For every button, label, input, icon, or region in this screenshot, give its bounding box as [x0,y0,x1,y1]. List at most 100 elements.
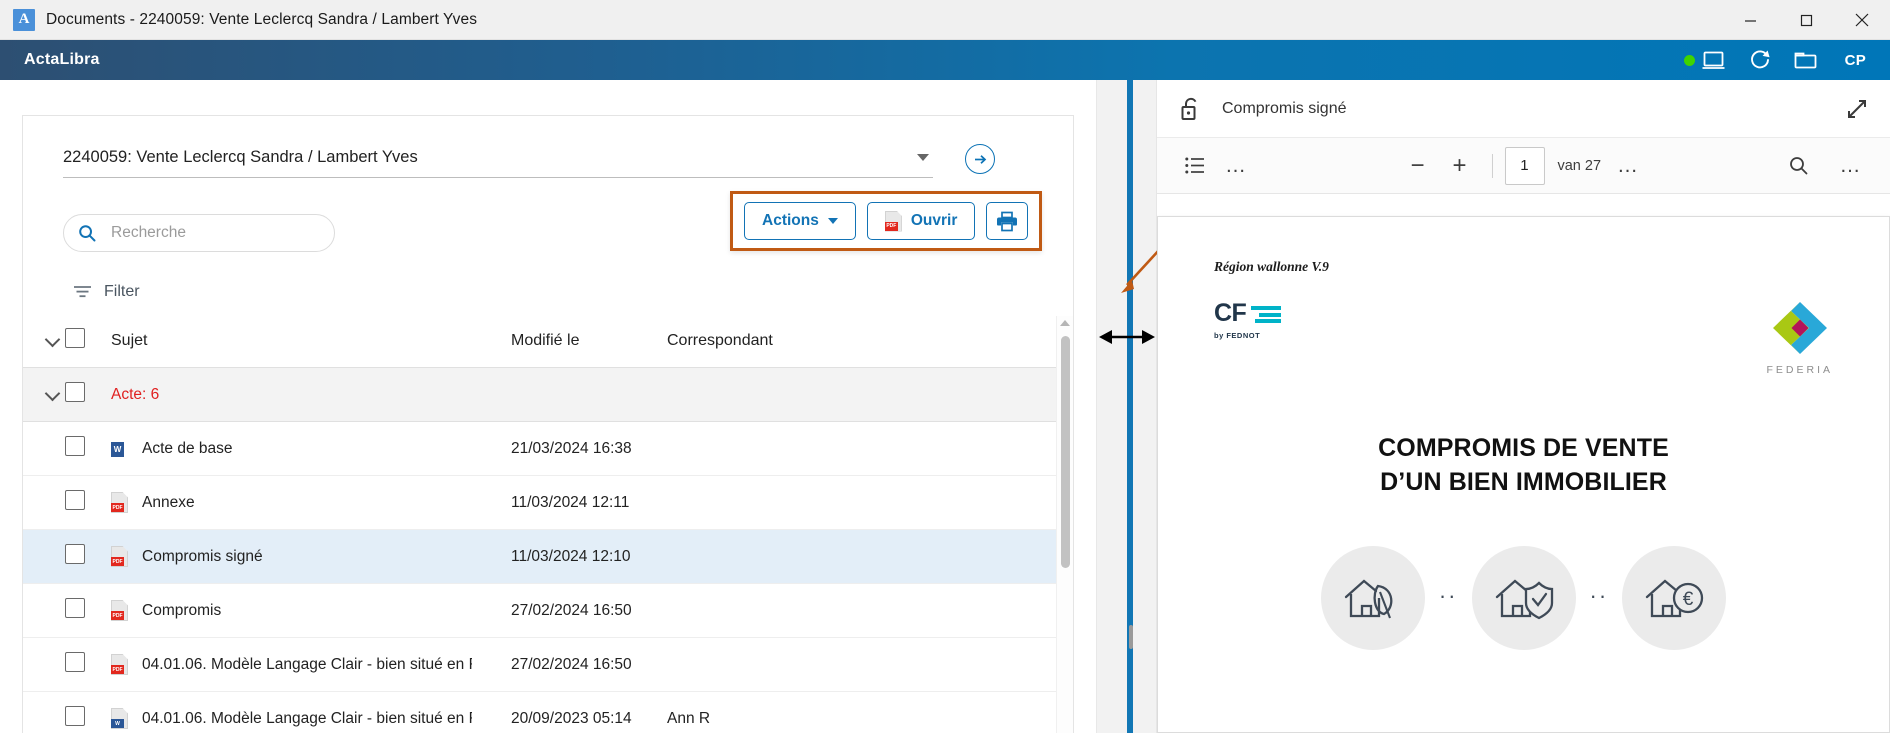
preview-header: Compromis signé [1157,80,1890,138]
column-header-modified[interactable]: Modifié le [511,316,667,368]
cf-logo-sub: by FEDNOT [1214,331,1261,340]
scroll-up-icon[interactable] [1060,320,1070,326]
row-checkbox[interactable] [65,598,85,618]
actions-button[interactable]: Actions [744,202,856,240]
splitter-grip-handle[interactable] [1128,625,1133,649]
document-icon-row: ·· ·· € [1214,545,1833,650]
document-title: COMPROMIS DE VENTE D’UN BIEN IMMOBILIER [1214,432,1833,500]
row-sujet: Acte de base [142,439,233,457]
refresh-button[interactable] [1737,40,1783,80]
row-checkbox[interactable] [65,544,85,564]
maximize-button[interactable] [1778,0,1834,40]
row-checkbox[interactable] [65,652,85,672]
group-label-cell: Acte: 6 [111,367,1073,422]
table-group-row[interactable]: Acte: 6 [23,367,1073,422]
house-shield-badge [1471,545,1576,650]
table-row[interactable]: PDF Annexe 11/03/2024 12:11 [23,475,1073,530]
table-row[interactable]: PDF Compromis signé 11/03/2024 12:10 [23,529,1073,584]
app-icon: A [13,8,35,31]
pdf-file-icon: PDF [111,492,128,513]
icon-separator: ·· [1438,582,1458,608]
document-title-line1: COMPROMIS DE VENTE [1378,434,1669,462]
row-checkbox-cell[interactable] [65,529,111,584]
row-checkbox[interactable] [65,706,85,726]
pdf-more-center-button[interactable]: … [1607,146,1650,186]
row-correspondant [667,583,1073,638]
zoom-in-button[interactable]: + [1439,153,1479,178]
select-all-checkbox[interactable] [65,328,85,348]
thumbnails-button[interactable] [1175,146,1215,186]
column-header-sujet[interactable]: Sujet [111,316,511,368]
print-button[interactable] [986,202,1029,240]
printer-icon [997,211,1018,231]
row-checkbox-cell[interactable] [65,475,111,530]
row-spacer [23,421,65,476]
cf-logo-text: CF [1214,299,1247,327]
page-number-input[interactable]: 1 [1504,146,1545,185]
table-row[interactable]: PDF Compromis 27/02/2024 16:50 [23,583,1073,638]
pdf-viewport[interactable]: Région wallonne V.9 CF by FEDNOT FEDERIA… [1157,194,1890,733]
pdf-more-left-button[interactable]: … [1215,146,1258,186]
filter-row[interactable]: Filter [23,262,1073,316]
chevron-down-icon [44,385,61,401]
toolbar-divider [1491,153,1493,178]
icon-separator: ·· [1589,582,1609,608]
page-total-label: van 27 [1557,157,1602,174]
row-checkbox[interactable] [65,436,85,456]
group-label: Acte: 6 [111,385,160,403]
document-version: Région wallonne V.9 [1214,259,1329,274]
documents-table-wrapper: Sujet Modifié le Correspondant Acte: 6 W… [23,316,1073,733]
open-button-label: Ouvrir [910,212,958,229]
expand-preview-button[interactable] [1846,98,1868,125]
document-title-line2: D’UN BIEN IMMOBILIER [1380,467,1667,496]
pdf-more-center-label: … [1617,153,1640,177]
close-button[interactable] [1834,0,1890,40]
dossier-select[interactable]: 2240059: Vente Leclercq Sandra / Lambert… [63,148,933,178]
select-all-header[interactable] [65,316,111,368]
row-correspondant [667,637,1073,692]
row-sujet: Compromis [142,601,222,619]
group-expand-toggle[interactable] [23,367,65,422]
minimize-icon [1744,19,1756,22]
pdf-search-button[interactable] [1779,146,1818,186]
cf-fednot-logo: CF by FEDNOT [1214,299,1282,340]
open-button[interactable]: PDF Ouvrir [866,202,976,240]
word-file-icon: W [111,438,128,459]
table-scrollbar[interactable] [1056,316,1073,733]
row-spacer [23,475,65,530]
search-box[interactable]: Recherche [63,214,335,252]
monitor-button[interactable] [1691,40,1737,80]
list-icon [1185,157,1204,174]
zoom-out-button[interactable]: − [1397,153,1437,178]
dossier-go-button[interactable] [965,144,995,174]
folder-button[interactable] [1783,40,1829,80]
user-avatar[interactable]: CP [1845,52,1866,69]
row-checkbox-cell[interactable] [65,421,111,476]
group-checkbox[interactable] [65,382,85,402]
table-row[interactable]: W 04.01.06. Modèle Langage Clair - bien … [23,691,1073,733]
pdf-file-icon: PDF [111,600,128,621]
row-correspondant [667,529,1073,584]
expand-all-header[interactable] [23,316,65,368]
column-header-correspondant[interactable]: Correspondant [667,316,1073,368]
row-checkbox[interactable] [65,490,85,510]
scrollbar-thumb[interactable] [1061,336,1070,568]
table-row[interactable]: W Acte de base 21/03/2024 16:38 [23,421,1073,476]
row-checkbox-cell[interactable] [65,583,111,638]
search-input[interactable]: Recherche [111,224,186,242]
row-checkbox-cell[interactable] [65,691,111,733]
table-row[interactable]: PDF 04.01.06. Modèle Langage Clair - bie… [23,637,1073,692]
maximize-icon [1800,14,1812,26]
pdf-more-right-button[interactable]: … [1830,146,1873,186]
minimize-button[interactable] [1722,0,1778,40]
window-titlebar: A Documents - 2240059: Vente Leclercq Sa… [0,0,1890,40]
row-sujet: 04.01.06. Modèle Langage Clair - bien si… [142,655,472,673]
pane-splitter[interactable] [1096,80,1161,733]
house-euro-icon: € [1646,578,1704,617]
documents-table: Sujet Modifié le Correspondant Acte: 6 W… [23,316,1073,733]
preview-title: Compromis signé [1222,99,1347,117]
group-checkbox-cell[interactable] [65,367,111,422]
row-sujet: Annexe [142,493,195,511]
row-checkbox-cell[interactable] [65,637,111,692]
resize-horizontal-cursor [1099,330,1155,344]
